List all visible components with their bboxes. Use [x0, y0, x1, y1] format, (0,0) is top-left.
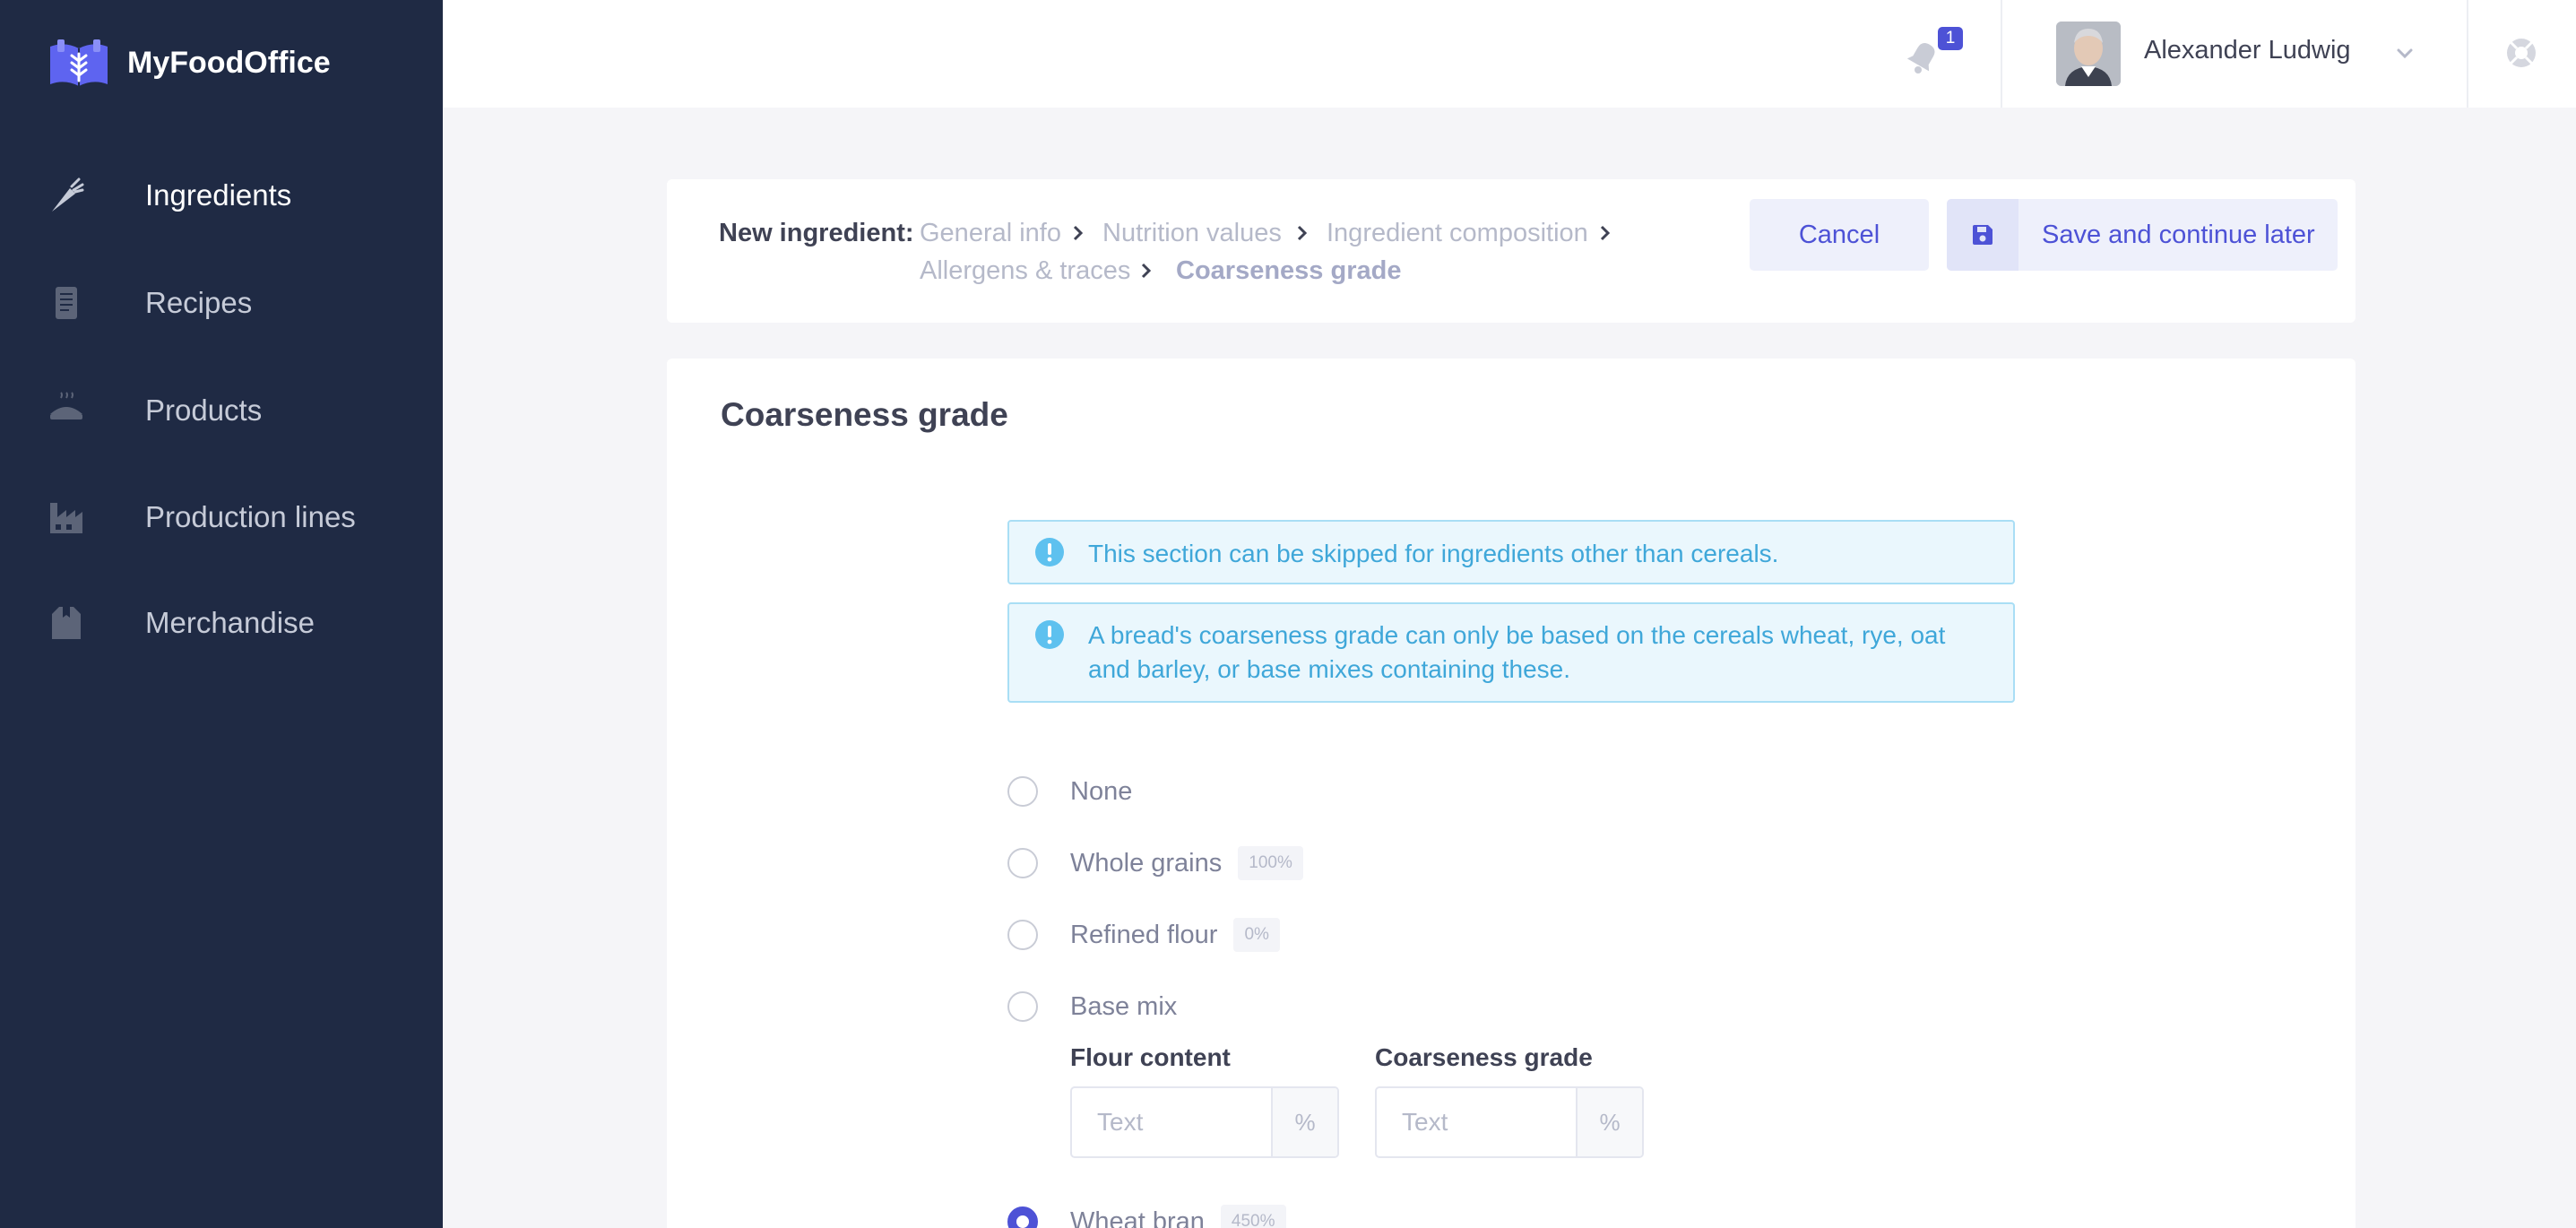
save-continue-later-button[interactable]: Save and continue later — [1947, 199, 2338, 271]
user-name[interactable]: Alexander Ludwig — [2144, 36, 2351, 65]
app-logo[interactable]: MyFoodOffice — [47, 38, 331, 88]
breadcrumb-step[interactable]: Nutrition values — [1102, 219, 1282, 248]
option-label: Whole grains — [1070, 848, 1223, 878]
flour-content-input[interactable] — [1072, 1088, 1271, 1156]
option-refined-flour[interactable]: Refined flour 0% — [1007, 917, 1280, 953]
sidebar-item-ingredients[interactable]: Ingredients — [0, 151, 443, 240]
sidebar-item-products[interactable]: Products — [0, 366, 443, 455]
option-label: None — [1070, 776, 1133, 806]
percentage-badge: 450% — [1220, 1205, 1286, 1228]
flour-content-label: Flour content — [1070, 1043, 1231, 1071]
sidebar-item-label: Production lines — [145, 500, 356, 533]
info-alert: This section can be skipped for ingredie… — [1007, 520, 2015, 584]
radio-button[interactable] — [1007, 776, 1038, 807]
recipe-book-icon — [47, 283, 86, 323]
option-label: Refined flour — [1070, 920, 1218, 949]
option-base-mix[interactable]: Base mix — [1007, 989, 1177, 1025]
breadcrumb-step[interactable]: Ingredient composition — [1327, 219, 1588, 248]
user-photo — [2056, 22, 2121, 86]
option-wheat-bran[interactable]: Wheat bran 450% — [1007, 1204, 1286, 1228]
avatar[interactable] — [2056, 22, 2121, 86]
carrot-icon — [47, 176, 86, 215]
sidebar-item-recipes[interactable]: Recipes — [0, 258, 443, 348]
flour-content-field[interactable]: % — [1070, 1086, 1339, 1158]
coarseness-section: Coarseness grade This section can be ski… — [667, 359, 2356, 1228]
box-icon — [47, 603, 86, 643]
option-label: Wheat bran — [1070, 1206, 1205, 1228]
sidebar-item-label: Merchandise — [145, 606, 315, 639]
radio-button[interactable] — [1007, 991, 1038, 1022]
header-divider — [2001, 0, 2002, 108]
info-alert: A bread's coarseness grade can only be b… — [1007, 602, 2015, 703]
coarseness-grade-label: Coarseness grade — [1375, 1043, 1593, 1071]
save-button-label: Save and continue later — [2042, 220, 2315, 249]
alert-text: This section can be skipped for ingredie… — [1088, 540, 1779, 567]
info-icon — [1035, 538, 1064, 566]
wizard-header: New ingredient: General info Nutrition v… — [667, 179, 2356, 323]
option-label: Base mix — [1070, 991, 1178, 1021]
coarseness-grade-input[interactable] — [1377, 1088, 1576, 1156]
section-title: Coarseness grade — [721, 396, 1008, 433]
lifebuoy-icon[interactable] — [2504, 36, 2538, 70]
app-name: MyFoodOffice — [127, 45, 331, 80]
factory-icon — [47, 497, 86, 537]
sidebar-item-label: Ingredients — [145, 178, 292, 212]
pie-icon — [47, 391, 86, 430]
alert-text: A bread's coarseness grade can only be b… — [1088, 621, 1946, 683]
chevron-right-icon — [1600, 225, 1611, 241]
option-whole-grains[interactable]: Whole grains 100% — [1007, 845, 1303, 881]
percent-unit: % — [1271, 1088, 1337, 1156]
chevron-down-icon[interactable] — [2393, 41, 2416, 65]
header-divider — [2467, 0, 2468, 108]
percent-unit: % — [1576, 1088, 1642, 1156]
chevron-right-icon — [1141, 263, 1152, 279]
notification-count-badge: 1 — [1938, 27, 1963, 50]
wizard-title: New ingredient: — [719, 219, 914, 247]
logo-icon — [50, 39, 108, 86]
cancel-button[interactable]: Cancel — [1750, 199, 1929, 271]
option-none[interactable]: None — [1007, 774, 1132, 809]
breadcrumb-step[interactable]: Allergens & traces — [920, 256, 1130, 286]
radio-button[interactable] — [1007, 848, 1038, 878]
sidebar-item-merchandise[interactable]: Merchandise — [0, 578, 443, 668]
breadcrumb-step-current: Coarseness grade — [1176, 256, 1402, 285]
sidebar-item-production-lines[interactable]: Production lines — [0, 472, 443, 562]
chevron-right-icon — [1297, 225, 1308, 241]
radio-button-selected[interactable] — [1007, 1206, 1038, 1228]
percentage-badge: 0% — [1233, 918, 1280, 952]
breadcrumb-step[interactable]: General info — [920, 219, 1061, 248]
floppy-disk-icon — [1947, 199, 2018, 271]
info-icon — [1035, 620, 1064, 649]
coarseness-grade-field[interactable]: % — [1375, 1086, 1644, 1158]
sidebar: MyFoodOffice Ingredients Recipes Product… — [0, 0, 443, 1228]
sidebar-item-label: Products — [145, 393, 263, 427]
radio-button[interactable] — [1007, 920, 1038, 950]
percentage-badge: 100% — [1238, 846, 1303, 880]
chevron-right-icon — [1073, 225, 1084, 241]
sidebar-item-label: Recipes — [145, 286, 253, 319]
